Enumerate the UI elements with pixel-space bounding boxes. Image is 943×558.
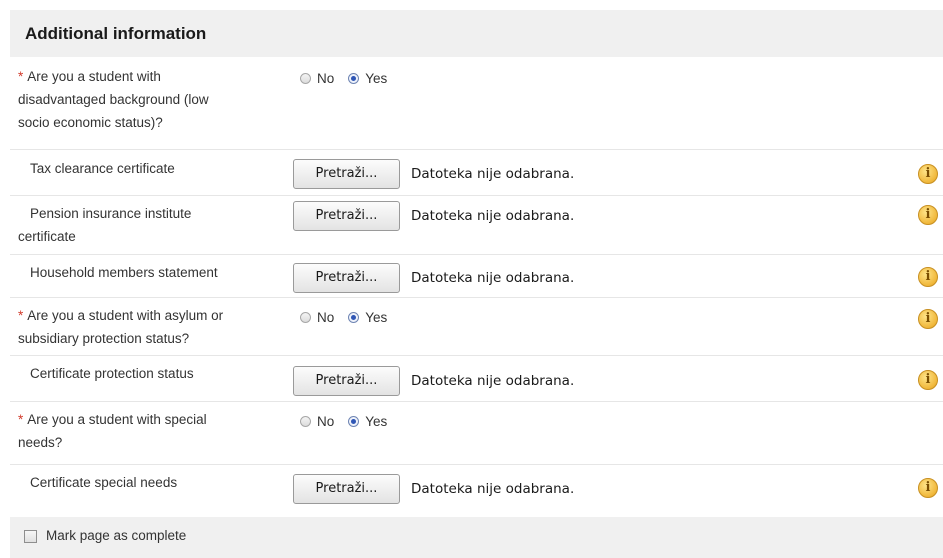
question-row-asylum: * Are you a student with asylum or subsid…	[10, 298, 943, 356]
question-text-line: subsidiary protection status?	[18, 331, 190, 346]
file-row-tax-clearance: Tax clearance certificate Pretraži... Da…	[10, 150, 943, 196]
radio-no[interactable]	[300, 416, 311, 427]
question-text-line: Are you a student with asylum or	[27, 308, 224, 323]
file-label-text: Tax clearance certificate	[30, 161, 175, 176]
radio-no[interactable]	[300, 73, 311, 84]
radio-yes[interactable]	[348, 73, 360, 84]
required-marker: *	[18, 69, 24, 84]
radio-no-label[interactable]: No	[317, 310, 334, 325]
question-label: * Are you a student with special needs?	[18, 408, 286, 454]
file-label-text: Household members statement	[30, 265, 218, 280]
browse-button[interactable]: Pretraži...	[293, 366, 400, 396]
file-label-text: Certificate protection status	[30, 366, 194, 381]
file-label: Certificate protection status	[18, 362, 286, 385]
question-label: * Are you a student with asylum or subsid…	[18, 304, 286, 350]
file-status: Datoteka nije odabrana.	[411, 208, 575, 224]
radio-yes[interactable]	[348, 312, 360, 323]
radio-no[interactable]	[300, 312, 311, 323]
file-label: Certificate special needs	[18, 471, 286, 494]
file-row-special-needs: Certificate special needs Pretraži... Da…	[10, 465, 943, 510]
section-title: Additional information	[25, 24, 207, 43]
radio-group: No Yes	[300, 71, 395, 86]
info-icon[interactable]: i	[918, 309, 938, 329]
browse-button[interactable]: Pretraži...	[293, 159, 400, 189]
question-row-special-needs: * Are you a student with special needs? N…	[10, 402, 943, 465]
file-label: Household members statement	[18, 261, 286, 284]
radio-yes-label[interactable]: Yes	[365, 71, 387, 86]
radio-group: No Yes	[300, 414, 395, 429]
radio-no-label[interactable]: No	[317, 414, 334, 429]
question-text-line: Are you a student with special	[27, 412, 207, 427]
section-header: Additional information	[10, 10, 943, 57]
file-row-household-members: Household members statement Pretraži... …	[10, 255, 943, 298]
radio-yes-label[interactable]: Yes	[365, 414, 387, 429]
required-marker: *	[18, 308, 24, 323]
radio-yes-label[interactable]: Yes	[365, 310, 387, 325]
file-status: Datoteka nije odabrana.	[411, 373, 575, 389]
file-label-text: certificate	[18, 229, 76, 244]
question-text-line: needs?	[18, 435, 63, 450]
mark-complete-checkbox[interactable]	[24, 530, 37, 543]
question-text-line: Are you a student with	[27, 69, 161, 84]
page-footer: Mark page as complete	[10, 517, 943, 558]
browse-button[interactable]: Pretraži...	[293, 263, 400, 293]
info-icon[interactable]: i	[918, 370, 938, 390]
info-icon[interactable]: i	[918, 164, 938, 184]
browse-button[interactable]: Pretraži...	[293, 201, 400, 231]
file-row-pension-insurance: Pension insurance institute certificate …	[10, 196, 943, 255]
question-text-line: socio economic status)?	[18, 115, 163, 130]
file-label: Pension insurance institute certificate	[18, 202, 286, 248]
radio-no-label[interactable]: No	[317, 71, 334, 86]
info-icon[interactable]: i	[918, 478, 938, 498]
file-label: Tax clearance certificate	[18, 157, 286, 180]
question-row-disadvantaged: * Are you a student with disadvantaged ba…	[10, 57, 943, 150]
info-icon[interactable]: i	[918, 205, 938, 225]
question-label: * Are you a student with disadvantaged ba…	[18, 65, 286, 134]
browse-button[interactable]: Pretraži...	[293, 474, 400, 504]
file-status: Datoteka nije odabrana.	[411, 270, 575, 286]
info-icon[interactable]: i	[918, 267, 938, 287]
file-status: Datoteka nije odabrana.	[411, 481, 575, 497]
file-status: Datoteka nije odabrana.	[411, 166, 575, 182]
file-label-text: Certificate special needs	[30, 475, 178, 490]
radio-yes[interactable]	[348, 416, 360, 427]
required-marker: *	[18, 412, 24, 427]
file-label-text: Pension insurance institute	[30, 206, 192, 221]
file-row-protection-status: Certificate protection status Pretraži..…	[10, 356, 943, 402]
question-text-line: disadvantaged background (low	[18, 92, 209, 107]
mark-complete-label[interactable]: Mark page as complete	[46, 528, 186, 543]
radio-group: No Yes	[300, 310, 395, 325]
